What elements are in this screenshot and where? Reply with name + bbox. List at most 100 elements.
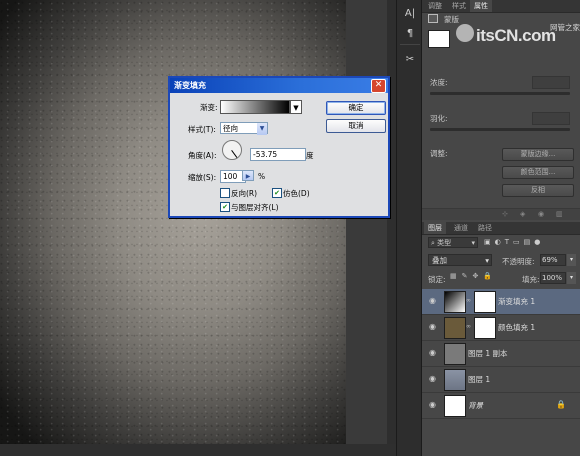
tab-paths[interactable]: 路径 (474, 222, 496, 234)
status-bar (0, 444, 396, 456)
layer-thumbnail (444, 395, 466, 417)
gradient-picker-chevron-icon[interactable]: ▼ (290, 100, 302, 114)
chevron-down-icon: ▾ (485, 256, 489, 265)
layer-name: 图层 1 副本 (468, 349, 508, 358)
angle-input[interactable]: -53.75 (250, 148, 306, 161)
lock-label: 锁定: (428, 275, 446, 284)
gradient-fill-thumbnail (444, 291, 466, 313)
tab-adjustments[interactable]: 调整 (424, 0, 446, 12)
fill-field[interactable]: 100% (540, 272, 566, 284)
properties-tabbar: 调整 样式 属性 (422, 0, 580, 13)
color-fill-thumbnail (444, 317, 466, 339)
scale-arrow-icon[interactable]: ▶ (242, 170, 254, 181)
trash-icon[interactable]: ▥ (556, 210, 563, 218)
adjust-label: 调整: (430, 149, 448, 158)
color-range-button: 颜色范围... (502, 166, 574, 179)
paragraph-panel-icon[interactable]: ¶ (401, 26, 419, 42)
layer-filter-icons[interactable]: ▣◐T▭▤● (484, 236, 580, 248)
watermark-brand: itsCN.com (476, 26, 556, 45)
layer-filter-kind: 类型 (437, 239, 452, 247)
layers-tabbar: 图层 通道 路径 (422, 222, 580, 235)
apply-mask-icon[interactable]: ◈ (520, 210, 525, 218)
tab-channels[interactable]: 通道 (450, 222, 472, 234)
layer-row-layer1-copy[interactable]: ◉ 图层 1 副本 (422, 341, 580, 367)
eye-icon[interactable]: ◉ (428, 401, 437, 409)
tab-styles[interactable]: 样式 (448, 0, 470, 12)
layer-mask-thumbnail[interactable] (474, 317, 496, 339)
blend-mode-value: 叠加 (432, 256, 447, 265)
layer-thumbnail (444, 343, 466, 365)
layer-name: 渐变填充 1 (498, 297, 536, 306)
eye-icon[interactable]: ◉ (428, 297, 437, 305)
dialog-titlebar[interactable]: 渐变填充 ✕ (170, 78, 388, 93)
layers-empty-area (422, 419, 580, 456)
density-field (532, 76, 570, 89)
lock-icon: 🔒 (556, 400, 566, 409)
mask-thumbnail[interactable] (428, 30, 450, 48)
gradient-swatch[interactable] (220, 100, 290, 114)
mask-edge-button: 蒙版边缘... (502, 148, 574, 161)
opacity-field[interactable]: 69% (540, 254, 566, 266)
visibility-icon[interactable]: ◉ (538, 210, 544, 218)
character-panel-icon[interactable]: A| (401, 6, 419, 22)
chevron-down-icon[interactable]: ▼ (257, 123, 267, 135)
canvas-texture (0, 0, 346, 444)
right-panel-dock: 调整 样式 属性 蒙版 itsCN.com 网管之家 浓度: 羽化: 调整: 蒙… (422, 0, 580, 456)
style-select[interactable]: 径向 ▼ (220, 122, 268, 135)
invert-button: 反相 (502, 184, 574, 197)
cancel-button[interactable]: 取消 (326, 119, 386, 133)
layer-filter-select[interactable]: ⌕ 类型 ▾ (428, 237, 478, 248)
layer-thumbnail (444, 369, 466, 391)
dither-label: 仿色(D) (283, 189, 310, 198)
ok-button[interactable]: 确定 (326, 101, 386, 115)
feather-slider (430, 128, 570, 131)
tool-presets-icon[interactable]: ✂ (401, 52, 419, 68)
chevron-down-icon: ▾ (471, 239, 475, 247)
opacity-dropdown-icon[interactable]: ▾ (567, 254, 576, 266)
tab-properties[interactable]: 属性 (470, 0, 492, 12)
reverse-label: 反向(R) (231, 189, 258, 198)
layer-name: 背景 (468, 401, 483, 410)
dialog-title: 渐变填充 (174, 81, 206, 90)
layer-row-color-fill[interactable]: ◉ ∞ 颜色填充 1 (422, 315, 580, 341)
vertical-scrollbar[interactable] (387, 0, 396, 444)
feather-field (532, 112, 570, 125)
eye-icon[interactable]: ◉ (428, 323, 437, 331)
align-with-layer-checkbox[interactable]: ✔ (220, 202, 230, 212)
reverse-checkbox[interactable] (220, 188, 230, 198)
style-label: 样式(T): (188, 125, 216, 134)
layer-name: 颜色填充 1 (498, 323, 536, 332)
fill-dropdown-icon[interactable]: ▾ (567, 272, 576, 284)
link-icon[interactable]: ∞ (466, 297, 471, 304)
layer-row-gradient-fill[interactable]: ◉ ∞ 渐变填充 1 (422, 289, 580, 315)
angle-dial[interactable] (222, 140, 242, 160)
layer-row-layer1[interactable]: ◉ 图层 1 (422, 367, 580, 393)
blend-mode-select[interactable]: 叠加 ▾ (428, 254, 492, 266)
gradient-fill-dialog: 渐变填充 ✕ 渐变: ▼ 样式(T): 径向 ▼ 角度(A): -53.75 度… (168, 76, 390, 218)
properties-footer: ⊹ ◈ ◉ ▥ (422, 208, 580, 220)
mask-icon (428, 14, 438, 23)
dither-checkbox[interactable]: ✔ (272, 188, 282, 198)
align-with-layer-label: 与图层对齐(L) (231, 203, 279, 212)
watermark-emblem (456, 24, 474, 42)
gradient-label: 渐变: (200, 103, 218, 112)
layer-row-background[interactable]: ◉ 背景 🔒 (422, 393, 580, 419)
load-selection-icon[interactable]: ⊹ (502, 210, 508, 218)
density-label: 浓度: (430, 78, 448, 87)
angle-dial-needle (231, 150, 238, 158)
tab-layers[interactable]: 图层 (424, 222, 446, 234)
panel-icon-strip: A| ¶ ✂ (396, 0, 422, 456)
eye-icon[interactable]: ◉ (428, 349, 437, 357)
eye-icon[interactable]: ◉ (428, 375, 437, 383)
close-icon[interactable]: ✕ (371, 79, 386, 93)
layer-name: 图层 1 (468, 375, 491, 384)
watermark-sub: 网管之家 (550, 23, 580, 32)
lock-icons[interactable]: ▦✎✥🔒 (450, 272, 520, 282)
layer-mask-thumbnail[interactable] (474, 291, 496, 313)
style-value: 径向 (223, 124, 238, 133)
angle-label: 角度(A): (188, 151, 217, 160)
document-canvas[interactable] (0, 0, 346, 444)
scale-unit: % (258, 172, 266, 181)
watermark-logo: itsCN.com 网管之家 (456, 20, 580, 50)
link-icon[interactable]: ∞ (466, 323, 471, 330)
